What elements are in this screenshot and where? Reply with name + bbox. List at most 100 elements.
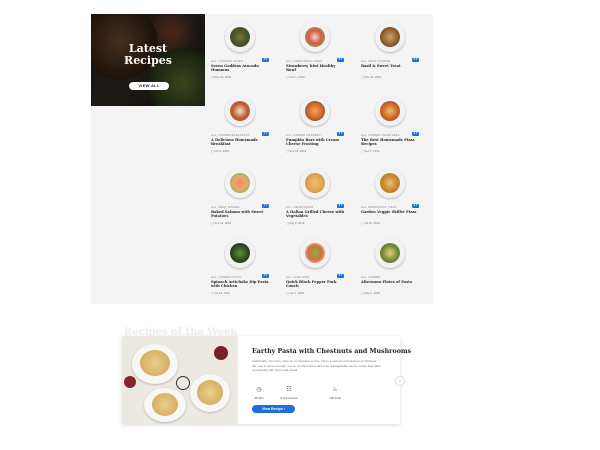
rating-badge: 8.0 xyxy=(337,274,344,278)
recipe-image[interactable] xyxy=(211,22,269,56)
plate xyxy=(225,238,255,268)
featured-recipe-card[interactable]: Earthy Pasta with Chestnuts and Mushroom… xyxy=(122,336,411,424)
recipe-image[interactable] xyxy=(361,22,419,56)
recipe-card[interactable]: ALL, SIDE DISH 8.0 Quick Black Pepper Pork… xyxy=(286,236,344,300)
recipe-date: ▢ May 2, 2019 xyxy=(361,291,380,295)
latest-recipes-hero: Latest Recipes VIEW ALL xyxy=(91,14,205,106)
rating-badge: 8.0 xyxy=(337,58,344,62)
recipe-date: ▢ Jul 18, 2019 xyxy=(211,291,230,295)
recipe-image[interactable] xyxy=(211,168,269,202)
food xyxy=(305,243,325,263)
food xyxy=(380,243,400,263)
recipe-image[interactable] xyxy=(286,168,344,202)
recipe-category[interactable]: ALL, MAIN COURSE xyxy=(361,59,390,63)
recipe-category[interactable]: ALL, DINNER PASTA xyxy=(211,275,241,279)
rating-badge: 8.0 xyxy=(412,132,419,136)
recipe-date-text: Nov 1, 2019 xyxy=(289,75,305,79)
meta-time: ◷ 35 Min xyxy=(244,387,274,400)
recipe-title[interactable]: Spinach Artichoke Dip Pasta with Chicken xyxy=(211,280,271,289)
recipe-image[interactable] xyxy=(286,238,344,272)
recipe-card[interactable]: ALL, CHRISTMAS SIDES 8.0 Strawberry Kiwi H… xyxy=(286,20,344,84)
recipe-image[interactable] xyxy=(211,238,269,272)
food xyxy=(305,173,325,193)
recipe-image[interactable] xyxy=(361,96,419,130)
recipe-title[interactable]: A Delicious Homemade Breakfast xyxy=(211,138,271,147)
plate xyxy=(375,168,405,198)
recipe-date: ▢ Sep 12, 2019 xyxy=(211,221,231,225)
recipe-date-text: Jul 20, 2019 xyxy=(364,221,380,225)
food xyxy=(230,173,250,193)
recipe-card[interactable]: ALL, DINNER DESSERT 8.0 Pumpkin Bars with … xyxy=(286,94,344,158)
recipe-category[interactable]: ALL, DINNER DESSERT xyxy=(286,133,321,137)
hero-title: Latest Recipes xyxy=(91,43,205,67)
view-recipe-button[interactable]: View Recipe › xyxy=(252,405,295,413)
recipe-category[interactable]: ALL, VEGETARIAN xyxy=(286,205,313,209)
carousel-next-button[interactable]: › xyxy=(395,376,405,386)
rating-badge: 8.0 xyxy=(412,204,419,208)
featured-recipe-title[interactable]: Earthy Pasta with Chestnuts and Mushroom… xyxy=(252,348,411,355)
recipe-title[interactable]: A Italian Grilled Cheese with Vegetables xyxy=(286,210,346,219)
recipe-date-text: Sep 12, 2019 xyxy=(214,221,232,225)
recipe-category[interactable]: ALL, CHICKEN SIDES xyxy=(211,59,243,63)
wine-glass xyxy=(214,346,228,360)
recipe-card[interactable]: ALL, MAIN COURSE 8.0 Basil & Sweet Treat ▢ … xyxy=(361,20,419,84)
recipe-card[interactable]: ALL, BREAKFAST PIZZA 8.0 Garden Veggie Ski… xyxy=(361,166,419,230)
rating-badge: 8.0 xyxy=(262,274,269,278)
recipe-title[interactable]: Basil & Sweet Treat xyxy=(361,64,421,68)
recipe-image[interactable] xyxy=(211,96,269,130)
recipe-date: ▢ Nov 1, 2019 xyxy=(286,75,305,79)
recipe-image[interactable] xyxy=(361,238,419,272)
plate xyxy=(375,22,405,52)
recipe-date: ▢ Nov 20, 2019 xyxy=(361,75,381,79)
recipe-date-text: Jul 18, 2019 xyxy=(214,291,230,295)
food xyxy=(230,27,250,47)
recipe-title[interactable]: Afternoon Plates of Pasta xyxy=(361,280,421,284)
recipe-image[interactable] xyxy=(361,168,419,202)
recipe-card[interactable]: ALL, DINNER PASTA 8.0 Spinach Artichoke Di… xyxy=(211,236,269,300)
recipe-date-text: Aug 8, 2019 xyxy=(289,221,305,225)
plate xyxy=(375,96,405,126)
recipe-title[interactable]: Garden Veggie Skillet Pizza xyxy=(361,210,421,214)
recipe-category[interactable]: ALL, BREAKFAST PIZZA xyxy=(361,205,397,209)
recipe-image[interactable] xyxy=(286,22,344,56)
recipe-category[interactable]: ALL, DINNER BREAKFAST xyxy=(211,133,250,137)
food xyxy=(305,27,325,47)
food xyxy=(305,101,325,121)
plate xyxy=(375,238,405,268)
recipe-card[interactable]: ALL, CHICKEN SIDES 8.0 Seven Goddess Avoca… xyxy=(211,20,269,84)
recipe-category[interactable]: ALL, DINNER xyxy=(361,275,380,279)
rating-badge: 8.0 xyxy=(262,132,269,136)
wine-glass-2 xyxy=(124,376,136,388)
recipe-card[interactable]: ALL, VEGETARIAN 8.0 A Italian Grilled Chee… xyxy=(286,166,344,230)
rating-badge: 8.0 xyxy=(337,132,344,136)
recipe-title[interactable]: The Best Homemade Pizza Recipes xyxy=(361,138,421,147)
clock-icon: ◷ xyxy=(256,387,262,393)
recipe-card[interactable]: ALL, DINNER Afternoon Plates of Pasta ▢ Ma… xyxy=(361,236,419,300)
recipe-category[interactable]: ALL, MEAT DINNER xyxy=(211,205,240,209)
recipe-title[interactable]: Seven Goddess Avocado Hummus xyxy=(211,64,271,73)
view-all-button[interactable]: VIEW ALL xyxy=(129,82,169,90)
food xyxy=(380,101,400,121)
recipe-date-text: Nov 20, 2019 xyxy=(364,75,382,79)
food xyxy=(230,243,250,263)
pasta-3 xyxy=(152,393,178,416)
recipe-category[interactable]: ALL, SIDE DISH xyxy=(286,275,309,279)
recipe-title[interactable]: Quick Black Pepper Pork Lunch xyxy=(286,280,346,289)
recipe-category[interactable]: ALL, DINNER VEGETABLE xyxy=(361,133,400,137)
recipe-date-text: May 2, 2019 xyxy=(364,291,380,295)
recipe-card[interactable]: ALL, DINNER BREAKFAST 8.0 A Delicious Home… xyxy=(211,94,269,158)
pasta-1 xyxy=(140,350,170,376)
recipe-title[interactable]: Baked Salmon with Sweet Potatoes xyxy=(211,210,271,219)
arrow-right-icon: › xyxy=(283,407,286,411)
rating-badge: 8.0 xyxy=(337,204,344,208)
recipe-title[interactable]: Pumpkin Bars with Cream Cheese Frosting xyxy=(286,138,346,147)
recipe-image[interactable] xyxy=(286,96,344,130)
recipe-title[interactable]: Strawberry Kiwi Healthy Bowl xyxy=(286,64,346,73)
recipe-date: ▢ Oct 3, 2019 xyxy=(211,149,229,153)
recipe-card[interactable]: ALL, DINNER VEGETABLE 8.0 The Best Homemad… xyxy=(361,94,419,158)
recipe-card[interactable]: ALL, MEAT DINNER 8.0 Baked Salmon with Swe… xyxy=(211,166,269,230)
food xyxy=(380,27,400,47)
calories-icon: ♨ xyxy=(332,387,338,393)
meta-ingredients-label: 5 Ingredients xyxy=(280,396,298,400)
recipe-category[interactable]: ALL, CHRISTMAS SIDES xyxy=(286,59,322,63)
